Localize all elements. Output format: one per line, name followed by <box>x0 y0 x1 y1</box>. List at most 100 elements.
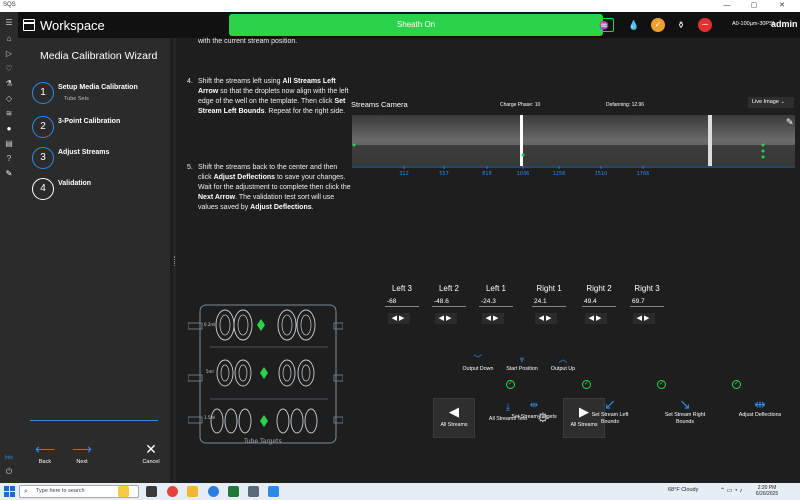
bottle-icon[interactable]: ⚱ <box>674 18 688 32</box>
stream-nudge-arrows[interactable]: ◀▶ <box>535 313 557 324</box>
wizard-panel: Media Calibration Wizard 1 Setup Media C… <box>18 38 170 483</box>
stream-marker <box>352 143 356 147</box>
step-number: 4 <box>32 178 54 200</box>
flask-icon[interactable]: ⚗ <box>4 79 14 89</box>
minimize-button[interactable]: — <box>717 1 737 11</box>
stream-nudge-arrows[interactable]: ◀▶ <box>388 313 410 324</box>
chevron-down-icon: ﹀ <box>473 354 483 364</box>
stream-marker <box>761 155 765 159</box>
os-taskbar: ⌕ Type here to search 68°F Cloudy ⌃ ▭ ◔ … <box>0 483 800 500</box>
check-icon: ✓ <box>506 380 515 389</box>
cancel-button[interactable]: ✕ Cancel <box>136 441 166 465</box>
gauge-icon[interactable]: ✓ <box>651 18 665 32</box>
sheath-status-bar[interactable]: Sheath On <box>229 14 603 36</box>
arrow-down-left-icon: ↙ <box>604 396 616 412</box>
stream-value-input[interactable]: 69.7 <box>630 296 664 307</box>
stream-nudge-arrows[interactable]: ◀▶ <box>482 313 504 324</box>
camera-view[interactable]: ✎ <box>352 115 795 166</box>
tube-targets-diagram: 0.2ml 5ml 1.5ml Tube Targets <box>188 304 343 445</box>
step-label: Setup Media Calibration <box>58 84 138 91</box>
excel-icon[interactable] <box>228 486 239 497</box>
stream-value-input[interactable]: -48.6 <box>432 296 466 307</box>
stack-icon[interactable]: ▤ <box>4 139 14 149</box>
step-label: 3-Point Calibration <box>58 118 121 125</box>
stream-nudge-arrows[interactable]: ◀▶ <box>633 313 655 324</box>
sqs-app-icon[interactable] <box>268 486 279 497</box>
holder-tab <box>333 322 343 330</box>
stream-value-input[interactable]: -68 <box>385 296 419 307</box>
all-streams-left-button[interactable]: ◀ All Streams <box>433 398 475 438</box>
heart-icon[interactable]: ♡ <box>4 64 14 74</box>
camera-mode-select[interactable]: Live Image ⌄ <box>748 97 794 108</box>
step-5-text: Shift the streams back to the center and… <box>198 164 351 211</box>
stream-left-1: Left 1 -24.3 ◀▶ <box>479 284 513 324</box>
stream-nudge-arrows[interactable]: ◀▶ <box>435 313 457 324</box>
home-icon[interactable]: ⌂ <box>4 34 14 44</box>
splitter-grip[interactable] <box>174 256 176 266</box>
play-icon[interactable]: ▷ <box>4 49 14 59</box>
output-down-button[interactable]: ﹀ Output Down <box>453 354 503 373</box>
close-window-button[interactable]: ✕ <box>772 1 792 11</box>
app-root: SQS — ▢ ✕ ☰ ⌂ ▷ ♡ ⚗ ◇ ≋ ● ▤ ? ✎ Info ⏻ W… <box>0 0 800 500</box>
edit-pen-icon[interactable]: ✎ <box>786 118 794 128</box>
step-number: 1 <box>32 82 54 104</box>
search-icon: ⌕ <box>24 488 28 495</box>
instruction-partial: with the current stream position. <box>198 38 298 45</box>
axis-tick-label: 1510 <box>595 171 608 177</box>
info-label[interactable]: Info <box>4 453 14 463</box>
copilot-icon[interactable] <box>118 486 129 497</box>
stream-label: Right 3 <box>634 284 660 293</box>
settings-icon[interactable]: ✎ <box>4 169 14 179</box>
deflection-icon: ⇹ <box>754 396 766 412</box>
workspace-icon <box>23 19 35 31</box>
stream-value-input[interactable]: 24.1 <box>532 296 566 307</box>
set-stream-targets-button[interactable]: ⇹ Set Stream Targets <box>508 398 560 421</box>
set-right-bounds-button[interactable]: ↘ Set Stream Right Bounds <box>660 396 710 426</box>
next-button[interactable]: ⟶ Next <box>67 441 97 465</box>
step-4-number: 4. <box>187 78 193 85</box>
layers-icon[interactable]: ≋ <box>4 109 14 119</box>
heartbeat-icon[interactable]: ♒ <box>594 18 614 32</box>
adjust-deflections-button[interactable]: ⇹ Adjust Deflections <box>735 396 785 419</box>
stop-icon[interactable]: – <box>698 18 712 32</box>
nozzle-label[interactable]: A0-100µm-30PSI <box>732 21 774 27</box>
stream-marker <box>761 143 765 147</box>
maximize-button[interactable]: ▢ <box>744 1 764 11</box>
cancel-label: Cancel <box>142 459 160 465</box>
settings-gear-icon[interactable]: ⚙ <box>537 410 549 426</box>
app-name: SQS <box>3 2 16 8</box>
file-explorer-icon[interactable] <box>187 486 198 497</box>
tube-holder-outline <box>199 304 337 444</box>
stream-label: Left 2 <box>438 284 459 293</box>
row-label-2: 5ml <box>206 369 214 374</box>
system-tray-icons[interactable]: ⌃ ▭ ◔ ♪ <box>720 487 742 494</box>
windows-start-icon[interactable] <box>4 486 15 497</box>
chrome-icon[interactable] <box>167 486 178 497</box>
holder-tab <box>333 416 343 424</box>
back-label: Back <box>38 459 52 465</box>
stream-value-input[interactable]: -24.3 <box>479 296 513 307</box>
back-button[interactable]: ⟵ Back <box>30 441 60 465</box>
axis-tick-label: 557 <box>439 171 449 177</box>
output-up-button[interactable]: ︿ Output Up <box>538 355 588 373</box>
weather-widget[interactable]: 68°F Cloudy <box>668 487 698 493</box>
store-icon[interactable] <box>248 486 259 497</box>
arrow-left-icon: ⟵ <box>34 441 56 457</box>
set-left-bounds-button[interactable]: ↙ Set Stream Left Bounds <box>588 396 632 426</box>
instruction-step-4: 4. Shift the streams left using All Stre… <box>187 77 351 117</box>
edge-icon[interactable] <box>208 486 219 497</box>
user-icon[interactable]: ● <box>4 124 14 134</box>
stream-value-input[interactable]: 49.4 <box>582 296 616 307</box>
user-label[interactable]: admin <box>771 19 798 29</box>
help-icon[interactable]: ? <box>4 154 14 164</box>
drop-icon[interactable]: 💧 <box>627 18 641 32</box>
taskbar-clock[interactable]: 2:20 PM 6/26/2025 <box>752 485 782 497</box>
drop-icon[interactable]: ◇ <box>4 94 14 104</box>
task-view-icon[interactable] <box>146 486 157 497</box>
row-label-3: 1.5ml <box>204 415 215 420</box>
target-icon: ⇹ <box>529 400 539 411</box>
menu-icon[interactable]: ☰ <box>4 18 14 28</box>
stream-nudge-arrows[interactable]: ◀▶ <box>585 313 607 324</box>
stream-left-3: Left 3 -68 ◀▶ <box>385 284 419 324</box>
power-icon[interactable]: ⏻ <box>4 467 14 477</box>
